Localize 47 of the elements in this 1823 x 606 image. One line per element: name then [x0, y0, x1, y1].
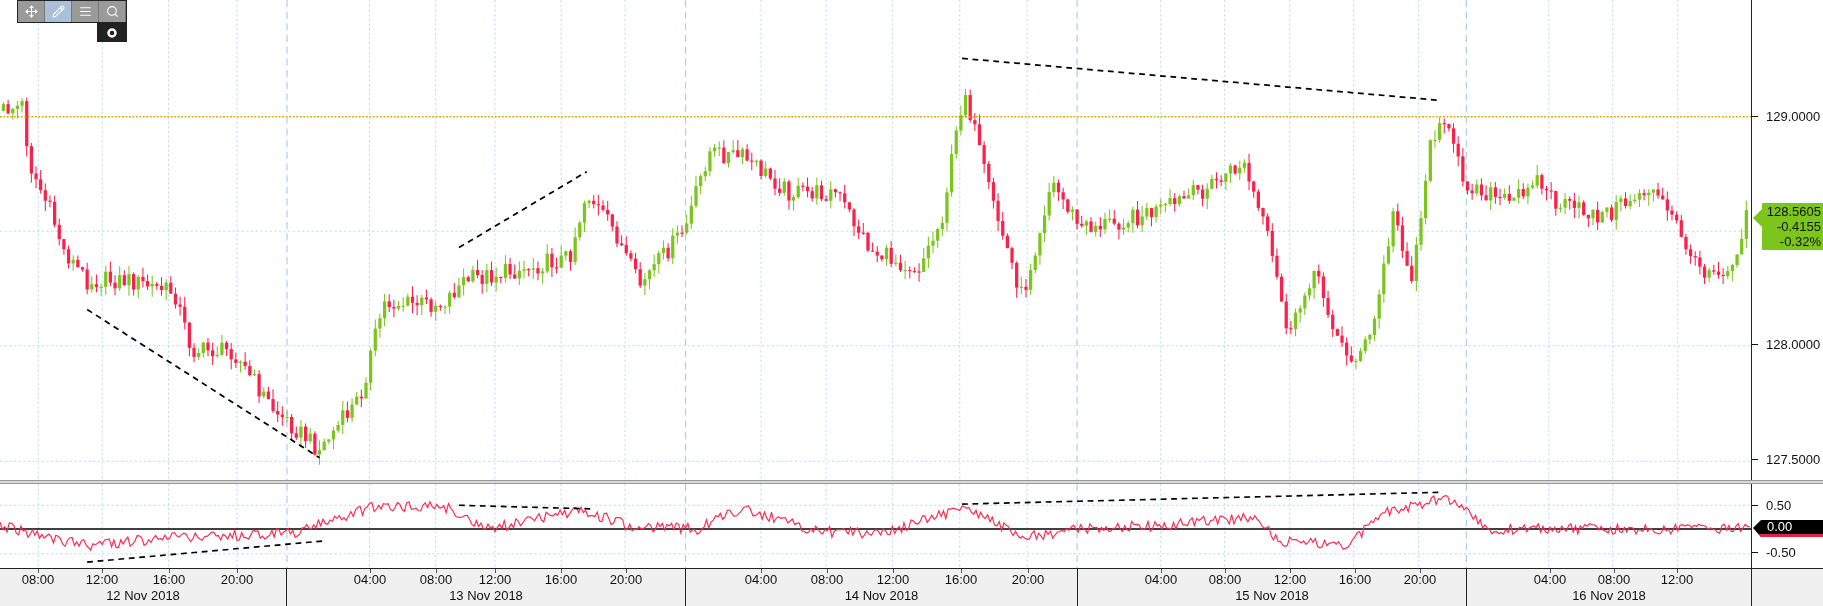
hour-label: 08:00	[21, 572, 55, 587]
last-price: 128.5605	[1765, 204, 1821, 219]
crosshair-tool-button[interactable]	[18, 1, 45, 22]
price-axis-label: 127.5000	[1766, 451, 1821, 467]
oscillator-axis-label: 0.50	[1766, 497, 1792, 513]
hour-label: 04:00	[1144, 572, 1178, 587]
date-label: 14 Nov 2018	[844, 588, 919, 605]
date-label: 13 Nov 2018	[449, 588, 523, 605]
pencil-icon	[51, 5, 65, 18]
hour-label: 04:00	[744, 572, 778, 587]
hour-label: 20:00	[1011, 572, 1045, 587]
hour-label: 04:00	[353, 572, 387, 587]
hour-label: 20:00	[609, 572, 643, 587]
hour-label: 16:00	[544, 572, 578, 587]
hour-label: 08:00	[1208, 572, 1242, 587]
hour-label: 16:00	[1338, 572, 1372, 587]
trend-line[interactable]	[458, 504, 592, 510]
date-label: 15 Nov 2018	[1235, 588, 1309, 605]
price-axis-label: 128.0000	[1766, 336, 1821, 352]
date-label: 16 Nov 2018	[1572, 588, 1646, 605]
hour-label: 12:00	[1273, 572, 1307, 587]
search-icon	[105, 5, 119, 18]
oscillator-axis-label: -0.50	[1766, 544, 1796, 560]
hour-label: 20:00	[220, 572, 254, 587]
hour-label: 20:00	[1403, 572, 1437, 587]
ring-icon	[107, 27, 117, 38]
zoom-tool-button[interactable]	[99, 1, 126, 22]
hour-label: 12:00	[1660, 572, 1694, 587]
legend-tool-button[interactable]	[72, 1, 99, 22]
hour-label: 08:00	[1597, 572, 1631, 587]
price-axis-label: 129.0000	[1766, 108, 1821, 124]
zero-value-tag: 0.00	[1753, 520, 1823, 537]
hour-label: 16:00	[152, 572, 186, 587]
price-change: -0.4155	[1775, 219, 1821, 234]
hour-label: 12:00	[478, 572, 512, 587]
record-button[interactable]	[97, 23, 127, 42]
four-arrows-icon	[24, 5, 38, 18]
date-label: 12 Nov 2018	[106, 588, 180, 605]
lines-icon	[78, 5, 92, 18]
hour-label: 08:00	[810, 572, 844, 587]
price-change-percent: -0.32%	[1778, 234, 1821, 249]
hour-label: 16:00	[944, 572, 978, 587]
draw-tool-button[interactable]	[45, 1, 72, 22]
hour-label: 12:00	[85, 572, 119, 587]
hour-label: 12:00	[876, 572, 910, 587]
hour-label: 08:00	[419, 572, 453, 587]
hour-label: 04:00	[1533, 572, 1567, 587]
